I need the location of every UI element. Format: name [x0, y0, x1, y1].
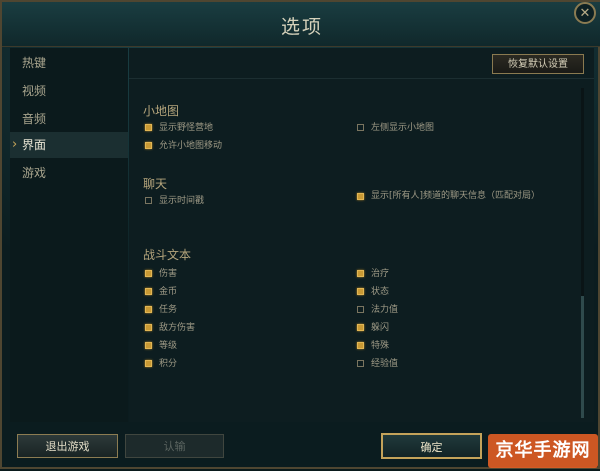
- checkbox-checked: [145, 306, 152, 313]
- scrollbar-thumb[interactable]: [581, 296, 584, 418]
- option-label: 允许小地图移动: [159, 141, 223, 151]
- checkbox-damage[interactable]: 伤害: [145, 266, 177, 279]
- section-title-combat-text: 战斗文本: [143, 248, 192, 262]
- checkbox-gold[interactable]: 金币: [145, 284, 177, 297]
- checkbox-show-jungle-camps[interactable]: 显示野怪营地: [145, 120, 213, 133]
- checkbox-checked: [357, 288, 364, 295]
- option-label: 积分: [159, 359, 178, 369]
- exit-game-button[interactable]: 退出游戏: [17, 434, 118, 458]
- option-label: 法力值: [371, 305, 399, 315]
- option-label: 显示野怪营地: [159, 123, 214, 133]
- option-label: 治疗: [371, 269, 390, 279]
- options-window: 选项 ✕ 热键 视频 音频 界面 游戏 恢复默认设置 小地图 显示野怪营地 左侧…: [0, 0, 600, 469]
- checkbox-unchecked: [145, 197, 152, 204]
- checkbox-checked: [145, 360, 152, 367]
- checkbox-allow-minimap-move[interactable]: 允许小地图移动: [145, 138, 222, 151]
- checkbox-checked: [145, 124, 152, 131]
- checkbox-enemy-damage[interactable]: 敌方伤害: [145, 320, 195, 333]
- checkbox-unchecked: [357, 306, 364, 313]
- settings-panel: 恢复默认设置 小地图 显示野怪营地 左侧显示小地图 允许小地图移动 聊天 显示时…: [129, 48, 594, 422]
- close-icon[interactable]: ✕: [574, 2, 596, 24]
- option-label: 躲闪: [371, 323, 390, 333]
- checkbox-checked: [357, 193, 364, 200]
- option-label: 金币: [159, 287, 178, 297]
- option-label: 左侧显示小地图: [371, 123, 435, 133]
- option-label: 等级: [159, 341, 178, 351]
- checkbox-checked: [145, 342, 152, 349]
- checkbox-level[interactable]: 等级: [145, 338, 177, 351]
- sidebar-item-game[interactable]: 游戏: [10, 160, 128, 186]
- checkbox-heal[interactable]: 治疗: [357, 266, 389, 279]
- section-title-minimap: 小地图: [143, 104, 180, 118]
- scrollbar[interactable]: [581, 88, 584, 418]
- option-label: 敌方伤害: [159, 323, 196, 333]
- option-label: 特殊: [371, 341, 390, 351]
- window-title: 选项: [280, 16, 323, 38]
- checkbox-checked: [145, 288, 152, 295]
- sidebar-item-audio[interactable]: 音频: [10, 106, 128, 132]
- checkbox-checked: [145, 324, 152, 331]
- checkbox-mana[interactable]: 法力值: [357, 302, 398, 315]
- sidebar-item-interface[interactable]: 界面: [10, 132, 128, 158]
- checkbox-checked: [357, 324, 364, 331]
- checkbox-checked: [357, 270, 364, 277]
- checkbox-status[interactable]: 状态: [357, 284, 389, 297]
- surrender-button[interactable]: 认输: [125, 434, 224, 458]
- option-label: 任务: [159, 305, 178, 315]
- title-bar: 选项: [2, 2, 600, 47]
- sidebar-item-video[interactable]: 视频: [10, 78, 128, 104]
- checkbox-experience[interactable]: 经验值: [357, 356, 398, 369]
- ok-button[interactable]: 确定: [381, 433, 482, 459]
- reset-defaults-button[interactable]: 恢复默认设置: [492, 54, 584, 74]
- watermark-logo: 京华手游网: [488, 434, 598, 468]
- checkbox-unchecked: [357, 360, 364, 367]
- option-label: 显示[所有人]频道的聊天信息（匹配对局）: [371, 191, 541, 201]
- checkbox-show-timestamps[interactable]: 显示时间戳: [145, 193, 204, 206]
- checkbox-show-all-chat[interactable]: 显示[所有人]频道的聊天信息（匹配对局）: [357, 190, 547, 203]
- option-label: 经验值: [371, 359, 399, 369]
- option-label: 状态: [371, 287, 390, 297]
- checkbox-checked: [145, 142, 152, 149]
- checkbox-checked: [145, 270, 152, 277]
- option-label: 显示时间戳: [159, 196, 205, 206]
- option-label: 伤害: [159, 269, 178, 279]
- checkbox-score[interactable]: 积分: [145, 356, 177, 369]
- checkbox-quest[interactable]: 任务: [145, 302, 177, 315]
- sidebar-item-hotkeys[interactable]: 热键: [10, 50, 128, 76]
- section-title-chat: 聊天: [143, 177, 168, 191]
- checkbox-dodge[interactable]: 躲闪: [357, 320, 389, 333]
- checkbox-minimap-left[interactable]: 左侧显示小地图: [357, 120, 434, 133]
- checkbox-checked: [357, 342, 364, 349]
- divider: [129, 78, 594, 79]
- checkbox-special[interactable]: 特殊: [357, 338, 389, 351]
- checkbox-unchecked: [357, 124, 364, 131]
- sidebar: 热键 视频 音频 界面 游戏: [10, 48, 128, 422]
